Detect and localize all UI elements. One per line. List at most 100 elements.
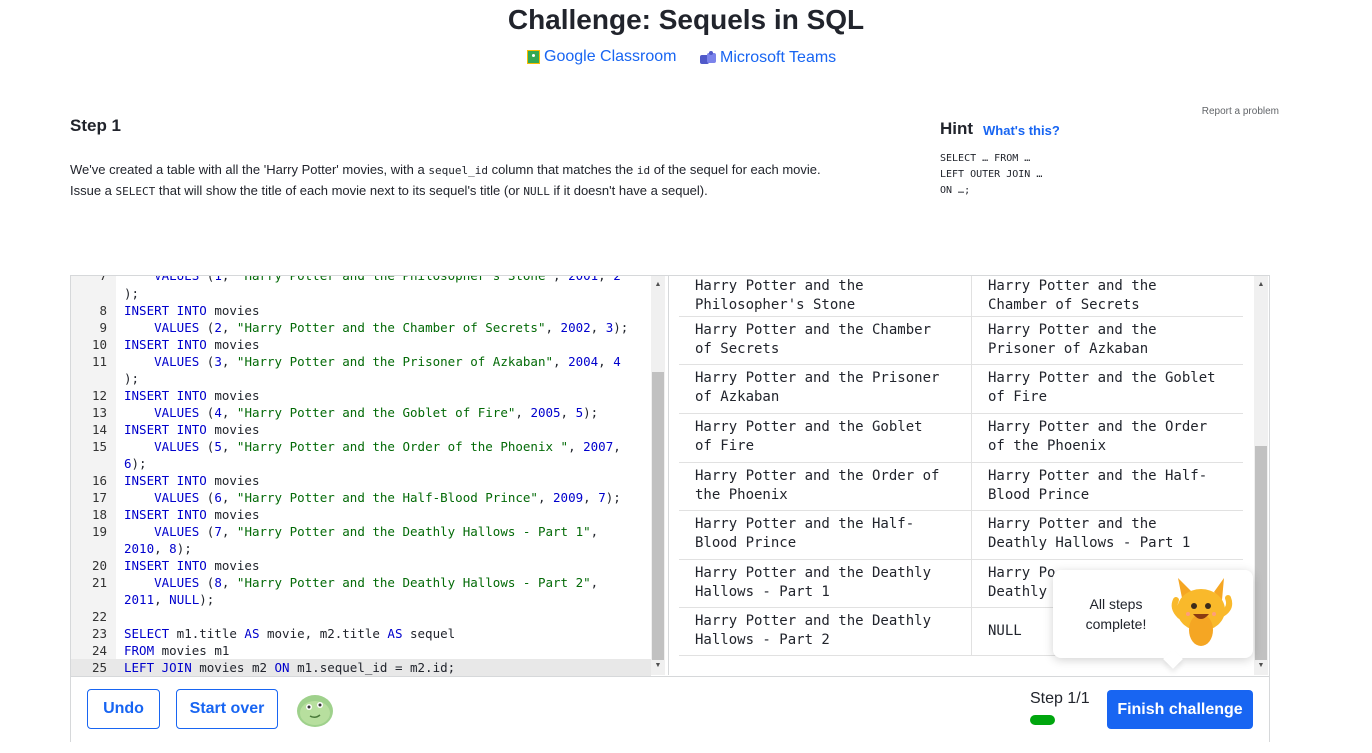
editor-scroll-down-icon[interactable]: ▼: [651, 662, 665, 669]
code-line[interactable]: 22: [71, 608, 651, 625]
code-text[interactable]: 2011, NULL);: [124, 592, 214, 607]
code-line[interactable]: 16 INSERT INTO movies: [71, 472, 651, 489]
step-title: Step 1: [70, 116, 122, 135]
result-cell-movie: Harry Potter and the Chamber of Secrets: [695, 322, 932, 357]
line-number: 9: [99, 320, 107, 335]
result-cell-movie: Harry Potter and the Goblet of Fire: [695, 419, 923, 454]
code-text[interactable]: 2010, 8);: [124, 541, 192, 556]
line-number: 17: [91, 490, 107, 505]
hint-title: Hint: [940, 119, 974, 138]
code-line[interactable]: 6);: [71, 455, 651, 472]
code-text[interactable]: );: [124, 286, 139, 301]
result-cell-sequel: Harry Potter and the Goblet of Fire: [988, 370, 1216, 405]
code-line[interactable]: 15 VALUES (5, "Harry Potter and the Orde…: [71, 438, 651, 455]
code-line[interactable]: 12 INSERT INTO movies: [71, 387, 651, 404]
line-number: 24: [91, 643, 107, 658]
code-text[interactable]: SELECT m1.title AS movie, m2.title AS se…: [124, 626, 455, 641]
code-text[interactable]: VALUES (2, "Harry Potter and the Chamber…: [124, 320, 628, 335]
result-cell-movie: Harry Potter and the Order of the Phoeni…: [695, 468, 940, 503]
code-line[interactable]: 20 INSERT INTO movies: [71, 557, 651, 574]
avatar-icon: [297, 695, 333, 727]
code-line[interactable]: 23 SELECT m1.title AS movie, m2.title AS …: [71, 625, 651, 642]
code-text[interactable]: VALUES (8, "Harry Potter and the Deathly…: [124, 575, 598, 590]
code-line[interactable]: 24 FROM movies m1: [71, 642, 651, 659]
code-line[interactable]: 7 VALUES (1, "Harry Potter and the Philo…: [71, 276, 651, 284]
code-text[interactable]: INSERT INTO movies: [124, 303, 259, 318]
code-text[interactable]: VALUES (4, "Harry Potter and the Goblet …: [124, 405, 598, 420]
code-text[interactable]: FROM movies m1: [124, 643, 229, 658]
code-line[interactable]: 19 VALUES (7, "Harry Potter and the Deat…: [71, 523, 651, 540]
code-line[interactable]: 11 VALUES (3, "Harry Potter and the Pris…: [71, 353, 651, 370]
code-line[interactable]: 2011, NULL);: [71, 591, 651, 608]
editor-scroll-up-icon[interactable]: ▲: [651, 281, 665, 288]
code-text[interactable]: INSERT INTO movies: [124, 507, 259, 522]
line-number: 25: [91, 660, 107, 675]
result-cell-sequel: Harry Potter and the Prisoner of Azkaban: [988, 322, 1157, 357]
celebrating-mascot-icon: [1171, 578, 1233, 646]
step-description-line-1: We've created a table with all the 'Harr…: [70, 162, 821, 177]
column-separator: [971, 276, 972, 656]
results-scroll-down-icon[interactable]: ▼: [1254, 662, 1268, 669]
result-cell-movie: Harry Potter and the Deathly Hallows - P…: [695, 613, 932, 648]
code-text[interactable]: LEFT JOIN movies m2 ON m1.sequel_id = m2…: [124, 660, 455, 675]
line-number: 16: [91, 473, 107, 488]
code-line[interactable]: 8 INSERT INTO movies: [71, 302, 651, 319]
step-description-line-2: Issue a SELECT that will show the title …: [70, 183, 708, 198]
google-classroom-label: Google Classroom: [544, 48, 677, 65]
code-text[interactable]: INSERT INTO movies: [124, 558, 259, 573]
report-problem-link[interactable]: Report a problem: [1202, 106, 1279, 117]
code-line[interactable]: 25 LEFT JOIN movies m2 ON m1.sequel_id = …: [71, 659, 651, 676]
google-classroom-link[interactable]: Google Classroom: [527, 48, 677, 66]
result-cell-sequel: NULL: [988, 623, 1022, 639]
code-text[interactable]: VALUES (6, "Harry Potter and the Half-Bl…: [124, 490, 621, 505]
code-line[interactable]: 18 INSERT INTO movies: [71, 506, 651, 523]
result-cell-movie: Harry Potter and the Half- Blood Prince: [695, 516, 915, 551]
line-number: 14: [91, 422, 107, 437]
results-scroll-up-icon[interactable]: ▲: [1254, 281, 1268, 288]
code-line[interactable]: );: [71, 285, 651, 302]
code-text[interactable]: 6);: [124, 456, 147, 471]
code-text[interactable]: );: [124, 371, 139, 386]
code-text[interactable]: VALUES (3, "Harry Potter and the Prisone…: [124, 354, 621, 369]
line-number: 15: [91, 439, 107, 454]
code-line[interactable]: 10 INSERT INTO movies: [71, 336, 651, 353]
result-cell-sequel: Harry Potter and the Chamber of Secrets: [988, 278, 1157, 313]
code-line[interactable]: 13 VALUES (4, "Harry Potter and the Gobl…: [71, 404, 651, 421]
line-number: 10: [91, 337, 107, 352]
editor-scrollbar-thumb[interactable]: [652, 372, 664, 660]
microsoft-teams-link[interactable]: Microsoft Teams: [700, 49, 836, 67]
code-line[interactable]: 21 VALUES (8, "Harry Potter and the Deat…: [71, 574, 651, 591]
step-progress-indicator: [1030, 715, 1055, 725]
result-cell-sequel: Harry Potter and the Half- Blood Prince: [988, 468, 1208, 503]
code-text[interactable]: INSERT INTO movies: [124, 337, 259, 352]
start-over-button[interactable]: Start over: [176, 689, 278, 729]
code-text[interactable]: INSERT INTO movies: [124, 388, 259, 403]
code-line[interactable]: 2010, 8);: [71, 540, 651, 557]
code-text[interactable]: INSERT INTO movies: [124, 422, 259, 437]
finish-challenge-button[interactable]: Finish challenge: [1107, 690, 1253, 729]
code-line[interactable]: 17 VALUES (6, "Harry Potter and the Half…: [71, 489, 651, 506]
code-text[interactable]: INSERT INTO movies: [124, 473, 259, 488]
line-number: 12: [91, 388, 107, 403]
code-text[interactable]: VALUES (5, "Harry Potter and the Order o…: [124, 439, 621, 454]
result-cell-movie: Harry Potter and the Prisoner of Azkaban: [695, 370, 940, 405]
code-line[interactable]: );: [71, 370, 651, 387]
step-description: We've created a table with all the 'Harr…: [70, 160, 910, 202]
line-number: 21: [91, 575, 107, 590]
code-text[interactable]: VALUES (7, "Harry Potter and the Deathly…: [124, 524, 598, 539]
page-title: Challenge: Sequels in SQL: [507, 4, 865, 35]
microsoft-teams-label: Microsoft Teams: [720, 49, 837, 66]
microsoft-teams-icon: [700, 51, 716, 65]
line-number: 20: [91, 558, 107, 573]
code-line[interactable]: 14 INSERT INTO movies: [71, 421, 651, 438]
step-counter: Step 1/1: [1030, 690, 1090, 707]
undo-button[interactable]: Undo: [87, 689, 160, 729]
pane-divider[interactable]: [668, 276, 679, 675]
hint-whats-this-link[interactable]: What's this?: [983, 123, 1060, 138]
google-classroom-icon: [527, 50, 540, 64]
code-line[interactable]: 9 VALUES (2, "Harry Potter and the Chamb…: [71, 319, 651, 336]
result-cell-sequel: Harry Potter and the Order of the Phoeni…: [988, 419, 1208, 454]
result-cell-sequel: Harry Potter and the Deathly Hallows - P…: [988, 516, 1191, 551]
results-scrollbar-thumb[interactable]: [1255, 446, 1267, 660]
line-number: 11: [91, 354, 107, 369]
